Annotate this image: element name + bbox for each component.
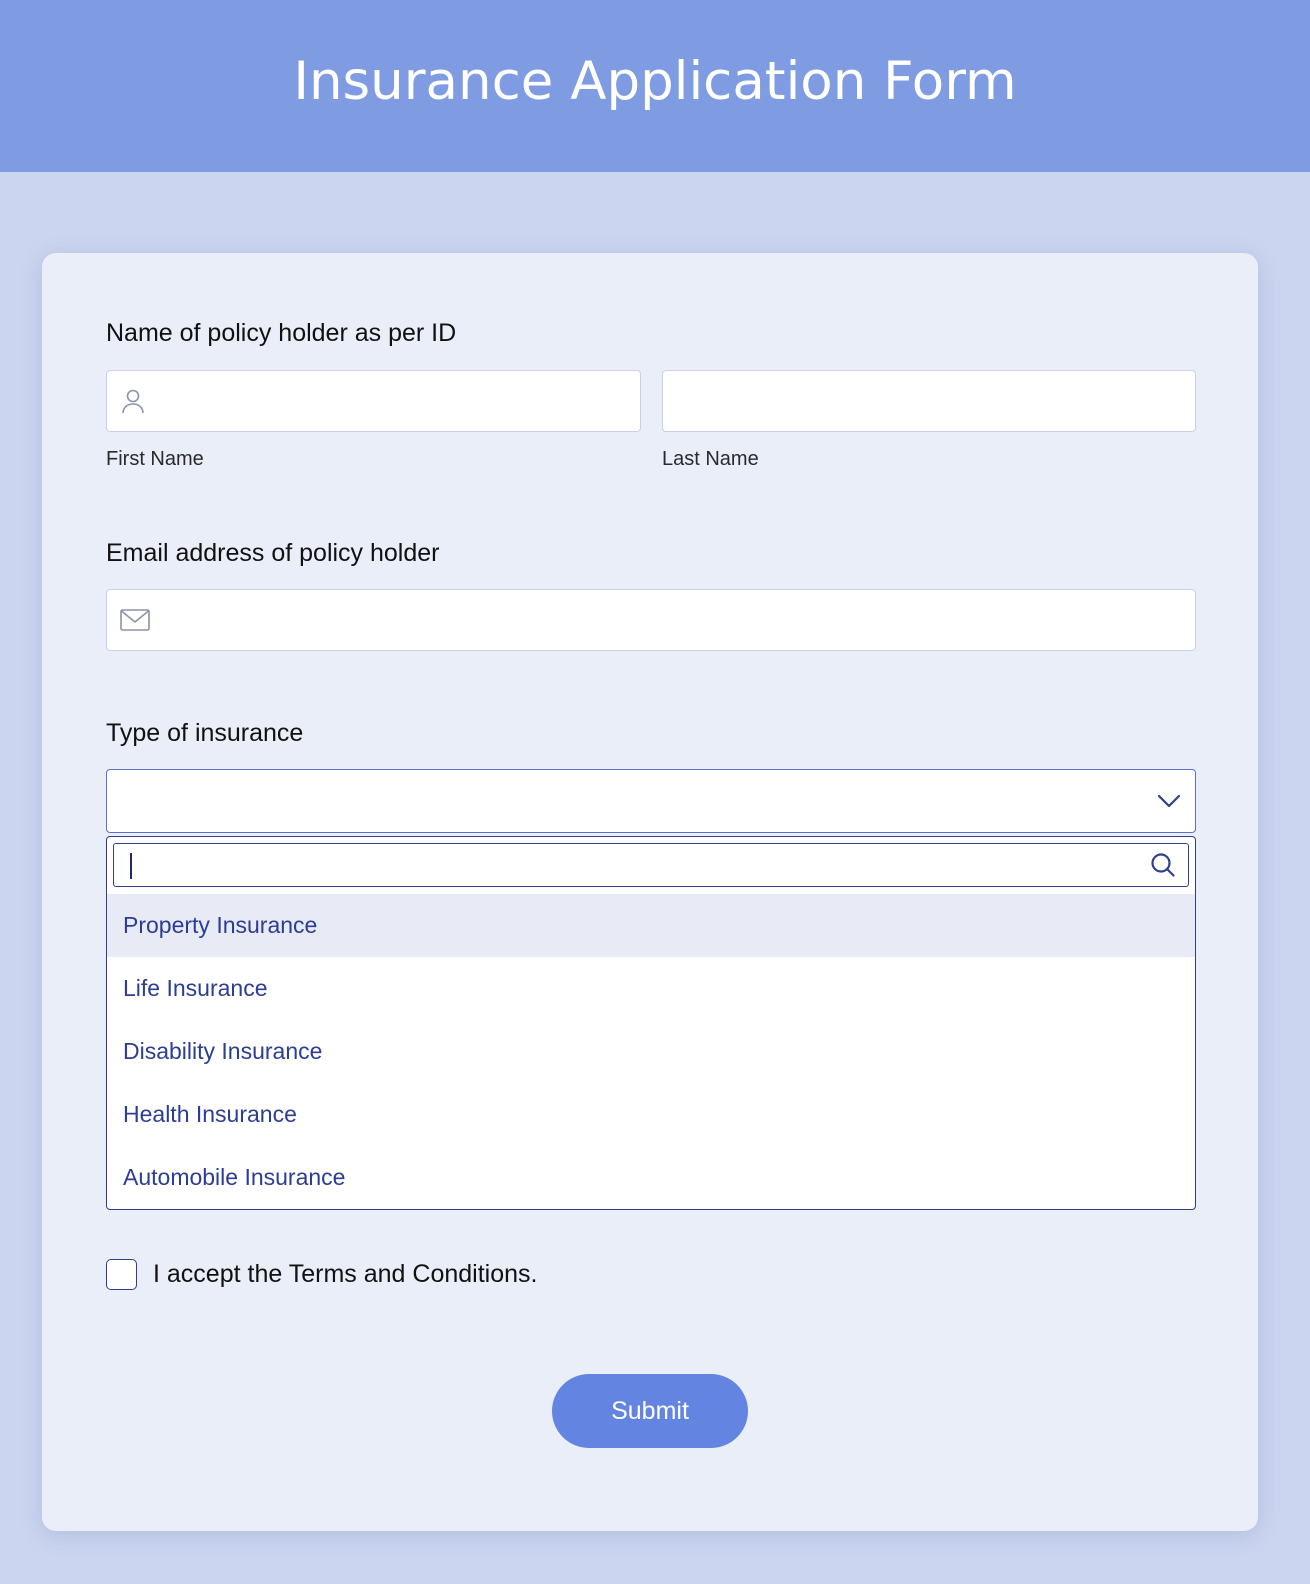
text-caret [130,853,132,879]
option-disability-insurance[interactable]: Disability Insurance [107,1020,1195,1083]
option-property-insurance[interactable]: Property Insurance [107,894,1195,957]
email-input[interactable] [106,589,1196,651]
insurance-type-label: Type of insurance [106,719,304,747]
first-name-input[interactable] [106,370,641,432]
user-icon [120,387,146,415]
dropdown-search-input[interactable] [113,843,1189,887]
page-header: Insurance Application Form [0,0,1310,172]
terms-label[interactable]: I accept the Terms and Conditions. [153,1260,537,1289]
submit-button[interactable]: Submit [552,1374,748,1448]
email-section-label: Email address of policy holder [106,539,440,567]
option-life-insurance[interactable]: Life Insurance [107,957,1195,1020]
last-name-input[interactable] [662,370,1196,432]
dropdown-options-list: Property Insurance Life Insurance Disabi… [107,894,1195,1209]
option-automobile-insurance[interactable]: Automobile Insurance [107,1146,1195,1209]
search-icon[interactable] [1150,852,1176,878]
option-health-insurance[interactable]: Health Insurance [107,1083,1195,1146]
envelope-icon [120,609,150,631]
insurance-type-dropdown: Property Insurance Life Insurance Disabi… [106,836,1196,1210]
chevron-down-icon[interactable] [1157,794,1181,808]
last-name-sublabel: Last Name [662,448,759,470]
terms-checkbox[interactable] [106,1259,137,1290]
page-title: Insurance Application Form [293,50,1017,112]
name-section-label: Name of policy holder as per ID [106,319,457,347]
insurance-type-select[interactable] [106,769,1196,833]
first-name-sublabel: First Name [106,448,204,470]
